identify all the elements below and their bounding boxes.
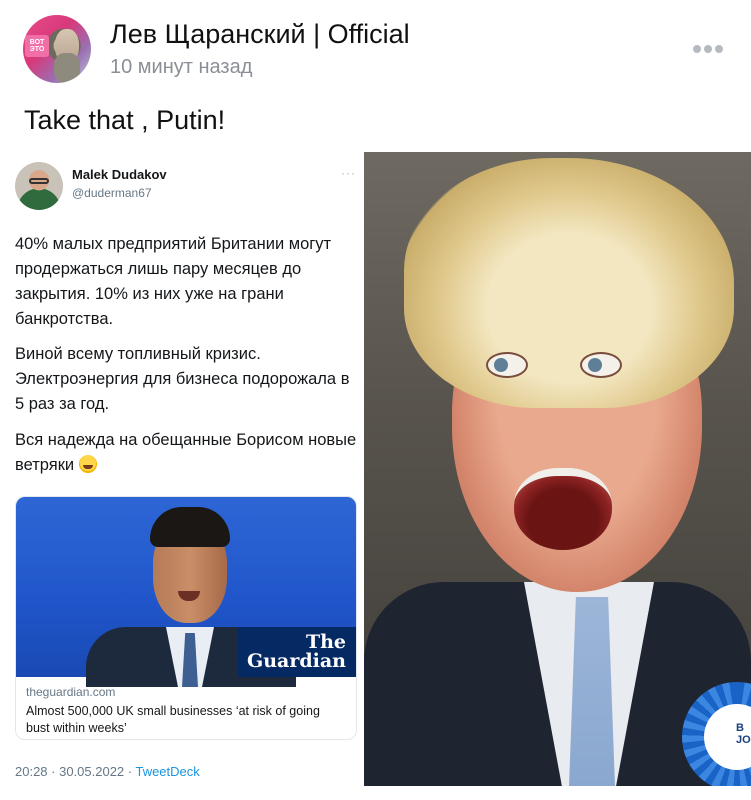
tweet-paragraph: Вся надежда на обещанные Борисом новые в… bbox=[15, 428, 361, 478]
hair-shape bbox=[404, 158, 734, 408]
tweet-author-handle: @duderman67 bbox=[72, 186, 152, 200]
hair-shape bbox=[150, 507, 230, 547]
avatar-beard bbox=[54, 53, 80, 83]
tweet-author-avatar bbox=[15, 162, 63, 210]
tweet-more-icon: ··· bbox=[341, 166, 356, 180]
mouth-shape bbox=[514, 468, 612, 550]
attached-photo[interactable]: B JOH bbox=[364, 152, 751, 786]
avatar-badge: ВОТ ЭТО bbox=[25, 35, 49, 57]
tie-shape bbox=[569, 597, 615, 786]
dot bbox=[704, 45, 712, 53]
guardian-logo-line1: The bbox=[305, 631, 346, 653]
guardian-logo: The Guardian bbox=[238, 627, 356, 677]
more-options-icon[interactable] bbox=[690, 38, 726, 60]
tweet-source: TweetDeck bbox=[135, 764, 200, 779]
rosette-text: B JOH bbox=[736, 722, 751, 746]
tweet-author-name: Malek Dudakov bbox=[72, 167, 167, 182]
eye-shape bbox=[486, 352, 528, 378]
laughing-emoji-icon bbox=[78, 455, 97, 473]
tweet-screenshot[interactable]: Malek Dudakov @duderman67 ··· 40% малых … bbox=[0, 152, 364, 792]
link-preview-image: The Guardian bbox=[16, 497, 356, 687]
dot bbox=[693, 45, 701, 53]
tweet-paragraph: 40% малых предприятий Британии могут про… bbox=[15, 235, 332, 328]
post-time[interactable]: 10 минут назад bbox=[110, 56, 252, 79]
eye-shape bbox=[580, 352, 622, 378]
tweet-timestamp: 20:28 · 30.05.2022 · bbox=[15, 764, 136, 779]
link-title: Almost 500,000 UK small businesses ‘at r… bbox=[26, 704, 320, 735]
author-avatar[interactable]: ВОТ ЭТО bbox=[23, 15, 91, 83]
guardian-logo-line2: Guardian bbox=[247, 650, 346, 672]
link-domain: theguardian.com bbox=[26, 685, 116, 699]
glasses-icon bbox=[29, 178, 49, 184]
dot bbox=[715, 45, 723, 53]
tweet-meta: 20:28 · 30.05.2022 · TweetDeck bbox=[15, 764, 200, 779]
link-preview-card: The Guardian theguardian.com Almost 500,… bbox=[15, 496, 357, 740]
post-header: ВОТ ЭТО Лев Щаранский | Official 10 мину… bbox=[0, 0, 751, 100]
post-text: Take that , Putin! bbox=[24, 105, 226, 135]
tweet-paragraph: Виной всему топливный кризис. Электроэне… bbox=[15, 345, 350, 413]
author-name[interactable]: Лев Щаранский | Official bbox=[110, 19, 410, 50]
tweet-paragraph-text: Вся надежда на обещанные Борисом новые в… bbox=[15, 431, 357, 474]
